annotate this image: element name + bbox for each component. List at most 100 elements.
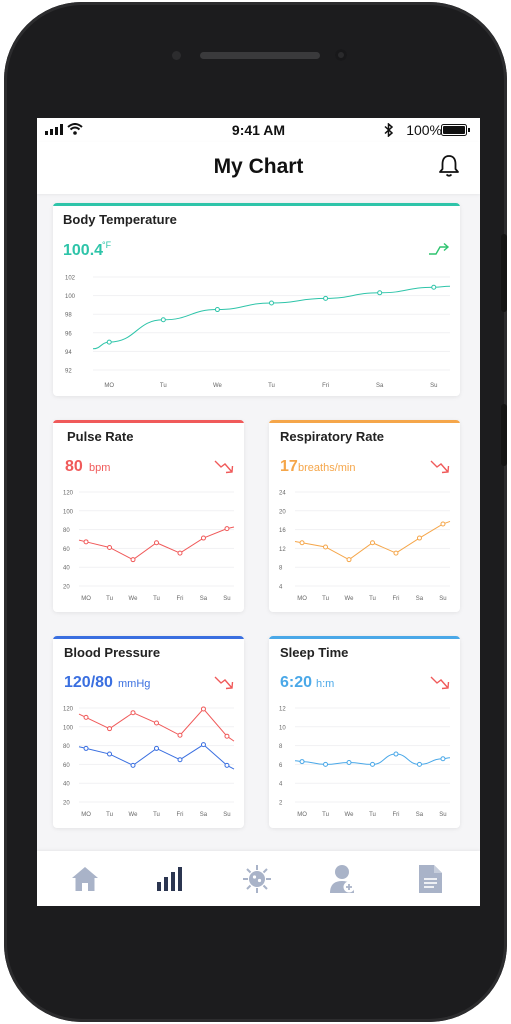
respiratory-rate-chart: 4 8 12 16 20 24 MO Tu We Tu Fri Sa Su xyxy=(279,491,451,602)
x-tick-label: Tu xyxy=(153,812,160,818)
x-tick-label: MO xyxy=(81,812,91,818)
data-point xyxy=(130,710,136,716)
x-tick-label: Su xyxy=(223,812,230,818)
data-point xyxy=(440,521,446,527)
y-tick-label: 6 xyxy=(279,763,283,769)
y-tick-label: 8 xyxy=(279,566,283,572)
x-tick-label: Tu xyxy=(268,383,275,389)
x-tick-label: Su xyxy=(439,812,446,818)
y-tick-label: 2 xyxy=(279,801,283,807)
data-point xyxy=(346,557,352,563)
nav-virus[interactable] xyxy=(241,863,273,895)
chart-icon xyxy=(157,867,182,891)
data-point xyxy=(393,550,399,556)
app-header: My Chart xyxy=(37,142,480,194)
data-point xyxy=(224,733,230,739)
data-point xyxy=(160,317,166,323)
data-point xyxy=(377,290,383,296)
data-point xyxy=(393,751,399,757)
y-tick-label: 100 xyxy=(63,725,74,731)
data-point xyxy=(323,544,329,550)
body-temperature-chart: 92 94 96 98 100 102 MO Tu We Tu Fri Sa Su xyxy=(65,276,451,389)
y-tick-label: 60 xyxy=(63,547,70,553)
data-point xyxy=(83,539,89,545)
y-tick-label: 40 xyxy=(63,782,70,788)
data-point xyxy=(224,526,230,532)
data-point xyxy=(299,759,305,765)
pulse-rate-card[interactable]: Pulse Rate 80 bpm 20 40 60 80 100 120 MO Tu We Tu… xyxy=(53,420,244,612)
y-tick-label: 96 xyxy=(65,331,72,337)
data-point xyxy=(154,720,159,726)
blood-pressure-card[interactable]: Blood Pressure 120/80 mmHg 20 40 60 80 100 12… xyxy=(53,636,244,828)
home-icon xyxy=(72,867,98,891)
speaker-grille xyxy=(200,52,320,59)
x-tick-label: We xyxy=(213,383,223,389)
x-tick-label: Tu xyxy=(369,596,376,602)
y-tick-label: 8 xyxy=(279,744,283,750)
x-tick-label: Fri xyxy=(392,596,399,602)
x-tick-label: MO xyxy=(81,596,91,602)
x-tick-label: We xyxy=(129,596,139,602)
bell-icon[interactable] xyxy=(438,154,460,178)
battery-icon xyxy=(441,124,470,136)
x-tick-label: MO xyxy=(297,596,307,602)
data-point xyxy=(323,761,329,767)
x-tick-label: Tu xyxy=(322,596,329,602)
x-tick-label: Tu xyxy=(160,383,167,389)
doctor-icon xyxy=(330,865,355,893)
data-point xyxy=(370,761,375,767)
y-tick-label: 12 xyxy=(279,547,286,553)
y-tick-label: 100 xyxy=(65,294,76,300)
x-tick-label: Fri xyxy=(176,812,183,818)
data-point xyxy=(299,540,305,546)
y-tick-label: 4 xyxy=(279,585,283,591)
document-icon xyxy=(419,865,442,893)
pulse-rate-chart: 20 40 60 80 100 120 MO Tu We Tu Fri Sa Su xyxy=(63,491,235,602)
app-screen: 9:41 AM 100% My Chart Body Temperature 1… xyxy=(37,118,480,906)
x-tick-label: Sa xyxy=(376,383,384,389)
data-point xyxy=(154,540,159,546)
y-tick-label: 4 xyxy=(279,782,283,788)
y-tick-label: 102 xyxy=(65,276,76,282)
data-point xyxy=(431,284,437,290)
virus-icon xyxy=(243,865,271,893)
x-tick-label: We xyxy=(345,812,355,818)
y-tick-label: 12 xyxy=(279,707,286,713)
x-tick-label: Su xyxy=(430,383,437,389)
blood-pressure-chart: 20 40 60 80 100 120 MO Tu We Tu Fri Sa Su xyxy=(63,706,235,818)
sleep-time-chart: 2 4 6 8 10 12 MO Tu We Tu Fri Sa Su xyxy=(279,707,451,818)
data-point xyxy=(214,307,220,313)
x-tick-label: Fri xyxy=(392,812,399,818)
nav-doctor[interactable] xyxy=(327,863,359,895)
y-tick-label: 94 xyxy=(65,350,72,356)
page-title: My Chart xyxy=(213,155,304,178)
data-point xyxy=(224,762,230,768)
y-tick-label: 20 xyxy=(279,509,286,515)
volume-down-button xyxy=(501,404,507,466)
nav-charts[interactable] xyxy=(154,863,186,895)
x-tick-label: Sa xyxy=(200,812,208,818)
x-tick-label: Tu xyxy=(369,812,376,818)
volume-up-button xyxy=(501,234,507,312)
respiratory-rate-card[interactable]: Respiratory Rate 17 breaths/min 4 8 12 16 20… xyxy=(269,420,460,612)
front-camera xyxy=(335,49,347,61)
y-tick-label: 60 xyxy=(63,763,70,769)
x-tick-label: Tu xyxy=(153,596,160,602)
data-point xyxy=(107,751,113,757)
y-tick-label: 24 xyxy=(279,491,286,497)
data-point xyxy=(416,761,422,767)
sleep-time-card[interactable]: Sleep Time 6:20 h:m 2 4 6 8 10 12 MO Tu We Tu Fri S… xyxy=(269,636,460,828)
x-tick-label: Sa xyxy=(416,812,424,818)
data-point xyxy=(440,756,446,762)
data-point xyxy=(370,540,375,546)
nav-home[interactable] xyxy=(69,863,101,895)
y-tick-label: 92 xyxy=(65,369,72,375)
y-tick-label: 20 xyxy=(63,585,70,591)
bluetooth-icon xyxy=(384,123,393,137)
data-point xyxy=(107,726,113,732)
nav-documents[interactable] xyxy=(414,863,446,895)
y-tick-label: 120 xyxy=(63,707,74,713)
x-tick-label: Su xyxy=(439,596,446,602)
body-temperature-card[interactable]: Body Temperature 100.4 °F 92 94 96 98 100 102… xyxy=(53,203,460,396)
x-tick-label: Sa xyxy=(200,596,208,602)
